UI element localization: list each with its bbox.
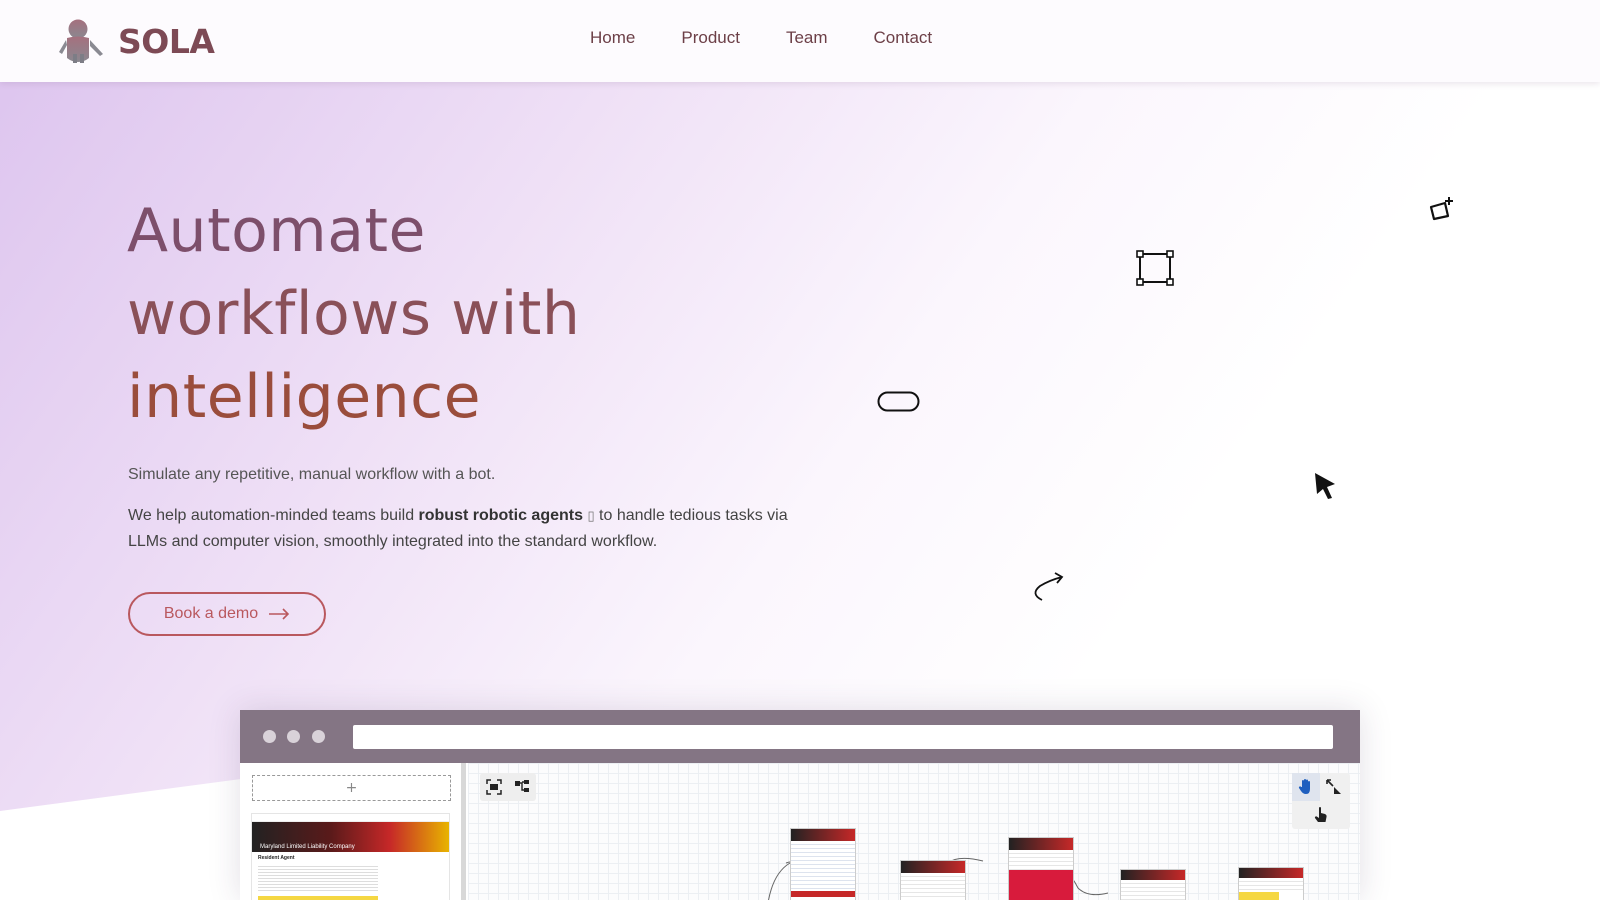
node-4-banner	[1121, 870, 1185, 880]
arrow-right-icon	[269, 608, 290, 620]
workflow-node-3[interactable]	[1008, 837, 1074, 900]
node-3-block	[1009, 870, 1073, 900]
workflow-canvas[interactable]	[468, 763, 1360, 900]
step-thumbnail[interactable]: Maryland Limited Liability Company Resid…	[251, 813, 450, 900]
node-1-banner	[791, 829, 855, 841]
pill-shape-icon	[877, 391, 920, 412]
nav-link-product[interactable]: Product	[681, 28, 740, 48]
desc-part-1: We help automation-minded teams build	[128, 507, 419, 524]
thumb-lines	[258, 864, 378, 892]
nav-link-home[interactable]: Home	[590, 28, 635, 48]
hero-description: We help automation-minded teams build ro…	[128, 503, 788, 555]
node-1-footer	[791, 891, 855, 897]
desc-bold: robust robotic agents	[418, 507, 583, 524]
thumb-banner-text: Maryland Limited Liability Company	[260, 844, 355, 850]
workflow-node-5[interactable]	[1238, 867, 1304, 900]
node-2-banner	[901, 861, 965, 873]
hero-title-line-2: workflows with	[127, 279, 581, 349]
logo[interactable]: SOLA	[58, 18, 215, 64]
address-bar[interactable]	[353, 725, 1333, 749]
book-demo-label: Book a demo	[163, 605, 259, 622]
window-dot-1	[263, 730, 276, 743]
hero-subtitle: Simulate any repetitive, manual workflow…	[128, 466, 496, 483]
thumb-header	[252, 814, 449, 822]
browser-titlebar	[240, 710, 1360, 763]
steps-panel: + Maryland Limited Liability Company Res…	[240, 763, 466, 900]
hero-title: Automate workflows with intelligence	[127, 190, 580, 439]
browser-mockup: + Maryland Limited Liability Company Res…	[240, 710, 1360, 900]
node-3-banner	[1009, 838, 1073, 850]
node-2-body	[901, 873, 965, 900]
hero-title-line-1: Automate	[127, 196, 426, 266]
add-step-slot[interactable]: +	[252, 775, 451, 801]
book-demo-button[interactable]: Book a demo	[128, 592, 326, 636]
sparkle-box-icon	[1429, 197, 1453, 221]
window-dot-2	[287, 730, 300, 743]
node-3-body	[1009, 850, 1073, 870]
node-5-banner	[1239, 868, 1303, 878]
workflow-node-4[interactable]	[1120, 869, 1186, 900]
window-dot-3	[312, 730, 325, 743]
thumb-heading: Resident Agent	[258, 855, 295, 861]
cursor-pointer-icon	[1315, 473, 1335, 499]
node-5-body	[1239, 878, 1303, 892]
logo-text: SOLA	[118, 21, 215, 61]
thumb-banner: Maryland Limited Liability Company	[252, 822, 449, 852]
node-5-highlight	[1239, 892, 1279, 900]
thumb-highlight	[258, 896, 378, 900]
top-navbar: SOLA Home Product Team Contact	[0, 0, 1600, 82]
robot-logo-icon	[59, 19, 103, 63]
nav-link-team[interactable]: Team	[786, 28, 828, 48]
workflow-node-1[interactable]	[790, 828, 856, 900]
curved-arrow-icon	[1034, 572, 1064, 601]
hero-title-line-3: intelligence	[127, 362, 482, 432]
node-1-body	[791, 841, 855, 891]
desc-glyph: ▯	[587, 508, 595, 523]
workflow-node-2[interactable]	[900, 860, 966, 900]
nav-link-contact[interactable]: Contact	[874, 28, 933, 48]
node-4-body	[1121, 880, 1185, 900]
bounding-box-icon	[1136, 250, 1174, 286]
nav-links: Home Product Team Contact	[590, 28, 978, 48]
